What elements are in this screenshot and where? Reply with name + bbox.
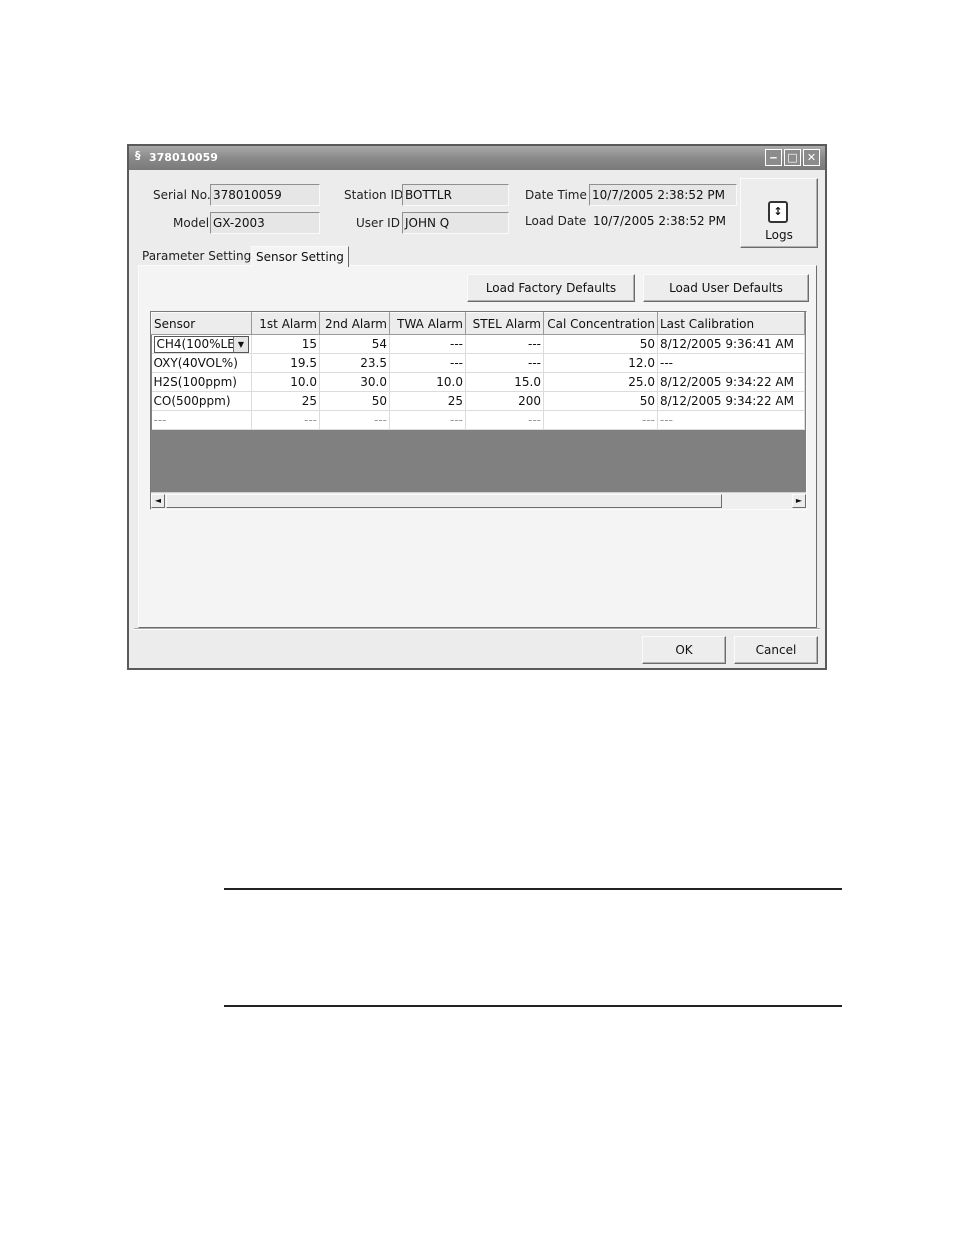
title-bar[interactable]: § 378010059 ‒ □ ✕ xyxy=(129,146,825,170)
table-row-new[interactable]: --- --- --- --- --- --- --- xyxy=(151,410,805,430)
sensor-cell[interactable]: --- xyxy=(151,410,252,430)
date-time-label: Date Time xyxy=(525,188,587,202)
table-cell[interactable]: --- xyxy=(319,410,390,430)
settings-window: § 378010059 ‒ □ ✕ Serial No. 378010059 M… xyxy=(127,144,827,670)
table-cell[interactable]: --- xyxy=(543,410,658,430)
model-field[interactable]: GX-2003 xyxy=(210,212,320,234)
sensor-cell[interactable]: CH4(100%LEL) ▼ xyxy=(151,334,252,354)
scroll-left-icon[interactable]: ◄ xyxy=(151,494,165,508)
window-title: 378010059 xyxy=(149,151,218,164)
load-factory-defaults-button[interactable]: Load Factory Defaults xyxy=(467,274,635,302)
table-cell[interactable]: 23.5 xyxy=(319,353,390,373)
table-cell[interactable]: 15.0 xyxy=(465,372,544,392)
sensor-combo[interactable]: CH4(100%LEL) ▼ xyxy=(153,335,249,353)
app-icon: § xyxy=(135,149,141,162)
table-row[interactable]: H2S(100ppm) 10.0 30.0 10.0 15.0 25.0 8/1… xyxy=(151,372,805,392)
serial-label: Serial No. xyxy=(153,188,211,202)
page-rule-top xyxy=(224,888,842,890)
table-cell[interactable]: --- xyxy=(465,334,544,354)
col-header-twa-alarm[interactable]: TWA Alarm xyxy=(389,312,466,335)
ok-button[interactable]: OK xyxy=(642,636,726,664)
table-cell[interactable]: 10.0 xyxy=(389,372,466,392)
load-date-label: Load Date xyxy=(525,214,587,228)
table-cell[interactable]: --- xyxy=(465,353,544,373)
table-cell[interactable]: --- xyxy=(465,410,544,430)
table-cell[interactable]: 25.0 xyxy=(543,372,658,392)
table-cell[interactable]: 25 xyxy=(251,391,320,411)
user-id-field[interactable]: JOHN Q xyxy=(402,212,509,234)
tab-parameter-setting[interactable]: Parameter Setting xyxy=(142,246,251,267)
table-cell[interactable]: --- xyxy=(657,353,805,373)
table-cell[interactable]: --- xyxy=(389,334,466,354)
logs-icon: ↕ xyxy=(768,201,788,223)
date-time-field[interactable]: 10/7/2005 2:38:52 PM xyxy=(589,184,737,206)
table-row[interactable]: CO(500ppm) 25 50 25 200 50 8/12/2005 9:3… xyxy=(151,391,805,411)
table-cell[interactable]: --- xyxy=(657,410,805,430)
sensor-grid[interactable]: Sensor 1st Alarm 2nd Alarm TWA Alarm STE… xyxy=(150,311,807,510)
table-cell[interactable]: 50 xyxy=(543,391,658,411)
sensor-cell[interactable]: CO(500ppm) xyxy=(151,391,252,411)
tab-strip: Parameter Setting Sensor Setting xyxy=(138,246,538,267)
table-cell[interactable]: --- xyxy=(389,353,466,373)
maximize-button[interactable]: □ xyxy=(784,149,801,166)
tab-sensor-setting[interactable]: Sensor Setting xyxy=(251,246,349,267)
table-cell[interactable]: 54 xyxy=(319,334,390,354)
logs-button[interactable]: ↕ Logs xyxy=(740,178,818,248)
table-cell[interactable]: --- xyxy=(251,410,320,430)
chevron-down-icon[interactable]: ▼ xyxy=(233,336,248,352)
table-cell[interactable]: --- xyxy=(389,410,466,430)
table-cell[interactable]: 19.5 xyxy=(251,353,320,373)
table-header-row: Sensor 1st Alarm 2nd Alarm TWA Alarm STE… xyxy=(151,312,805,335)
table-row[interactable]: OXY(40VOL%) 19.5 23.5 --- --- 12.0 --- xyxy=(151,353,805,373)
sensor-setting-panel: Load Factory Defaults Load User Defaults… xyxy=(138,265,817,628)
table-cell[interactable]: 8/12/2005 9:34:22 AM xyxy=(657,372,805,392)
load-date-value: 10/7/2005 2:38:52 PM xyxy=(593,214,727,228)
sensor-cell[interactable]: OXY(40VOL%) xyxy=(151,353,252,373)
footer-divider xyxy=(134,628,820,630)
sensor-table: Sensor 1st Alarm 2nd Alarm TWA Alarm STE… xyxy=(151,312,805,430)
station-id-label: Station ID xyxy=(344,188,404,202)
user-id-label: User ID xyxy=(356,216,400,230)
col-header-stel-alarm[interactable]: STEL Alarm xyxy=(465,312,544,335)
table-cell[interactable]: 200 xyxy=(465,391,544,411)
model-label: Model xyxy=(173,216,210,230)
table-cell[interactable]: 10.0 xyxy=(251,372,320,392)
col-header-cal-concentration[interactable]: Cal Concentration xyxy=(543,312,658,335)
col-header-2nd-alarm[interactable]: 2nd Alarm xyxy=(319,312,390,335)
table-cell[interactable]: 8/12/2005 9:36:41 AM xyxy=(657,334,805,354)
scroll-thumb[interactable] xyxy=(166,494,722,508)
logs-label: Logs xyxy=(765,228,793,242)
table-cell[interactable]: 12.0 xyxy=(543,353,658,373)
page-rule-bottom xyxy=(224,1005,842,1007)
minimize-button[interactable]: ‒ xyxy=(765,149,782,166)
serial-field[interactable]: 378010059 xyxy=(210,184,320,206)
load-user-defaults-button[interactable]: Load User Defaults xyxy=(643,274,809,302)
station-id-field[interactable]: BOTTLR xyxy=(402,184,509,206)
table-cell[interactable]: 25 xyxy=(389,391,466,411)
col-header-1st-alarm[interactable]: 1st Alarm xyxy=(251,312,320,335)
table-cell[interactable]: 30.0 xyxy=(319,372,390,392)
close-button[interactable]: ✕ xyxy=(803,149,820,166)
sensor-cell[interactable]: H2S(100ppm) xyxy=(151,372,252,392)
horizontal-scrollbar[interactable]: ◄ ► xyxy=(151,492,806,509)
table-cell[interactable]: 15 xyxy=(251,334,320,354)
cancel-button[interactable]: Cancel xyxy=(734,636,818,664)
table-cell[interactable]: 50 xyxy=(319,391,390,411)
scroll-right-icon[interactable]: ► xyxy=(792,494,806,508)
col-header-last-calibration[interactable]: Last Calibration xyxy=(657,312,805,335)
table-cell[interactable]: 8/12/2005 9:34:22 AM xyxy=(657,391,805,411)
table-cell[interactable]: 50 xyxy=(543,334,658,354)
col-header-sensor[interactable]: Sensor xyxy=(151,312,252,335)
table-row[interactable]: CH4(100%LEL) ▼ 15 54 --- --- 50 8/12/200… xyxy=(151,334,805,354)
